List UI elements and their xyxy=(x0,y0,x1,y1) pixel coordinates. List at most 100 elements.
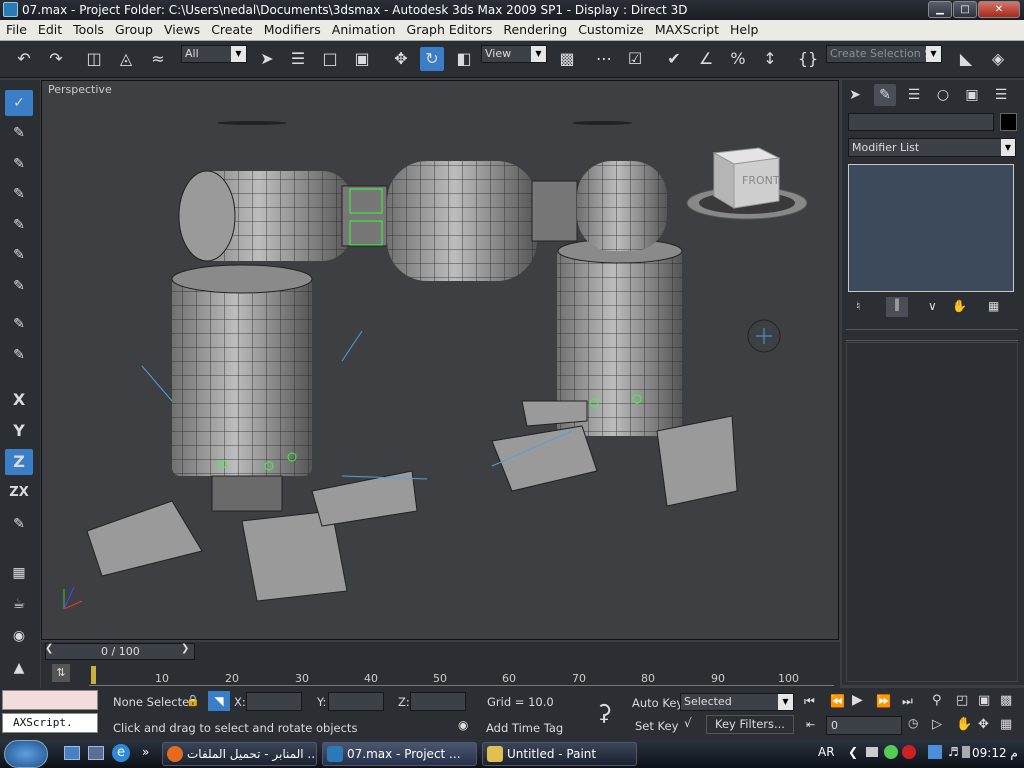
tray-volume-icon[interactable]: ♬ xyxy=(948,745,959,759)
tool-7-icon[interactable]: ✎ xyxy=(5,273,33,299)
bind-space-warp-icon[interactable]: ≈ xyxy=(146,47,170,71)
time-configuration-icon[interactable]: ◷ xyxy=(908,716,918,730)
quick-launch-chevron-icon[interactable]: » xyxy=(142,745,149,759)
tool-sphere-icon[interactable]: ◉ xyxy=(5,623,33,649)
next-frame-icon[interactable]: ❯ xyxy=(181,643,189,654)
display-tab-icon[interactable]: ▣ xyxy=(961,84,983,106)
angle-snap-icon[interactable]: ∠ xyxy=(694,47,718,71)
keyboard-shortcut-toggle-icon[interactable]: ☑ xyxy=(623,47,647,71)
axis-x-button[interactable]: X xyxy=(5,387,33,413)
clock[interactable]: 09:12 م xyxy=(972,746,1018,760)
auto-key-button[interactable]: Auto Key xyxy=(632,696,683,710)
pan-view-icon[interactable]: ✋ xyxy=(956,717,972,732)
show-end-result-icon[interactable]: ‖ xyxy=(886,297,908,317)
tool-layers-icon[interactable]: ▦ xyxy=(5,560,33,586)
go-to-end-icon[interactable]: ⏭ xyxy=(902,694,913,709)
link-icon[interactable]: ◫ xyxy=(82,47,106,71)
menu-modifiers[interactable]: Modifiers xyxy=(258,20,326,37)
taskbar-item-paint[interactable]: Untitled - Paint xyxy=(482,742,637,766)
hierarchy-tab-icon[interactable]: ☰ xyxy=(903,84,925,106)
tool-2-icon[interactable]: ✎ xyxy=(5,120,33,146)
play-icon[interactable]: ▶ xyxy=(852,692,863,708)
key-filters-button[interactable]: Key Filters... xyxy=(706,715,794,734)
axis-z-button[interactable]: Z xyxy=(5,449,33,475)
show-desktop-icon[interactable] xyxy=(64,746,80,760)
previous-frame-icon[interactable]: ⏪ xyxy=(830,694,845,708)
tray-power-icon[interactable] xyxy=(962,746,970,758)
modifier-stack-list[interactable] xyxy=(848,164,1014,292)
maxscript-listener-top[interactable] xyxy=(2,690,98,710)
create-tab-icon[interactable]: ➤ xyxy=(844,84,866,106)
y-coord-field[interactable] xyxy=(328,692,384,711)
modify-tab-icon[interactable]: ✎ xyxy=(874,84,896,106)
tool-3-icon[interactable]: ✎ xyxy=(5,151,33,177)
time-tag-icon[interactable]: ◉ xyxy=(458,718,468,732)
menu-maxscript[interactable]: MAXScript xyxy=(649,20,724,37)
spinner-snap-icon[interactable]: ↕ xyxy=(758,47,782,71)
taskbar-item-firefox[interactable]: المنابر - تحميل الملفات ... xyxy=(162,742,317,766)
current-frame-marker[interactable] xyxy=(91,666,96,684)
taskbar-item-3dsmax[interactable]: 07.max - Project ... xyxy=(322,742,477,766)
zoom-extents-icon[interactable]: ▣ xyxy=(978,693,990,708)
tray-antivirus-icon[interactable] xyxy=(902,745,916,759)
object-name-field[interactable] xyxy=(848,113,994,131)
track-bar[interactable]: 10 20 30 40 50 60 70 80 90 100 xyxy=(41,662,840,688)
set-key-icon[interactable]: ⚳ xyxy=(583,694,625,734)
select-tool-icon[interactable]: ✓ xyxy=(5,90,33,116)
field-of-view-icon[interactable]: ▷ xyxy=(932,717,942,732)
menu-animation[interactable]: Animation xyxy=(326,20,401,37)
select-scale-icon[interactable]: ◧ xyxy=(452,47,476,71)
named-selection-field[interactable]: Create Selection Se xyxy=(830,47,938,60)
selection-filter-dropdown[interactable]: All ▼ xyxy=(181,45,247,63)
start-button[interactable] xyxy=(4,740,48,768)
motion-tab-icon[interactable]: ○ xyxy=(932,84,954,106)
menu-tools[interactable]: Tools xyxy=(67,20,109,37)
menu-rendering[interactable]: Rendering xyxy=(497,20,572,37)
axis-y-button[interactable]: Y xyxy=(5,418,33,444)
orbit-icon[interactable]: ✥ xyxy=(978,717,989,732)
set-key-button[interactable]: Set Key xyxy=(635,719,678,733)
constraint-xy-icon[interactable]: ✎ xyxy=(5,342,33,368)
select-rotate-icon[interactable]: ↻ xyxy=(420,47,444,71)
menu-edit[interactable]: Edit xyxy=(32,20,67,37)
redo-icon[interactable]: ↷ xyxy=(44,47,68,71)
zoom-all-icon[interactable]: ◰ xyxy=(956,693,968,708)
key-mode-toggle-icon[interactable]: ⇤ xyxy=(806,718,815,731)
select-move-icon[interactable]: ✥ xyxy=(389,47,413,71)
window-crossing-icon[interactable]: ▣ xyxy=(350,47,374,71)
zoom-extents-all-icon[interactable]: ▩ xyxy=(1000,693,1012,708)
absolute-mode-toggle-icon[interactable]: ◥ xyxy=(208,691,230,711)
selection-lock-icon[interactable]: 🔒 xyxy=(186,694,200,707)
current-frame-field[interactable]: 0 xyxy=(826,716,902,735)
menu-graph-editors[interactable]: Graph Editors xyxy=(401,20,498,37)
zoom-icon[interactable]: ⚲ xyxy=(932,693,942,708)
frame-display[interactable]: 0 / 100 xyxy=(101,645,140,658)
perspective-viewport[interactable]: Perspective FRONT xyxy=(41,80,839,640)
percent-snap-icon[interactable]: % xyxy=(726,47,750,71)
z-coord-field[interactable] xyxy=(410,692,466,711)
tool-4-icon[interactable]: ✎ xyxy=(5,181,33,207)
pin-stack-icon[interactable]: ♮ xyxy=(856,299,860,313)
prev-frame-icon[interactable]: ❮ xyxy=(45,643,53,654)
snaps-toggle-icon[interactable]: ✔ xyxy=(662,47,686,71)
internet-explorer-icon[interactable]: e xyxy=(112,744,130,762)
maximize-button[interactable]: □ xyxy=(953,1,977,18)
go-to-start-icon[interactable]: ⏮ xyxy=(804,694,815,709)
maxscript-listener-bottom[interactable]: AXScript. xyxy=(2,713,98,733)
next-frame-button-icon[interactable]: ⏩ xyxy=(876,694,891,708)
axis-zx-button[interactable]: ZX xyxy=(5,480,33,506)
menu-file[interactable]: File xyxy=(0,20,32,37)
axis-xy-button[interactable]: ✎ xyxy=(5,511,33,537)
configure-modifier-sets-icon[interactable]: ▦ xyxy=(988,299,999,313)
make-unique-icon[interactable]: ∨ xyxy=(928,299,937,313)
modifier-list-dropdown[interactable]: Modifier List ▼ xyxy=(848,138,1016,157)
tray-network-icon[interactable] xyxy=(928,745,942,759)
menu-customize[interactable]: Customize xyxy=(572,20,649,37)
minimize-button[interactable]: ▁ xyxy=(928,1,952,18)
undo-icon[interactable]: ↶ xyxy=(12,47,36,71)
remove-modifier-icon[interactable]: ✋ xyxy=(952,299,967,313)
tool-6-icon[interactable]: ✎ xyxy=(5,242,33,268)
utilities-tab-icon[interactable]: ☰ xyxy=(990,84,1012,106)
named-selection-dropdown[interactable]: Create Selection Se ▼ xyxy=(826,45,942,63)
rectangular-selection-icon[interactable]: □ xyxy=(318,47,342,71)
